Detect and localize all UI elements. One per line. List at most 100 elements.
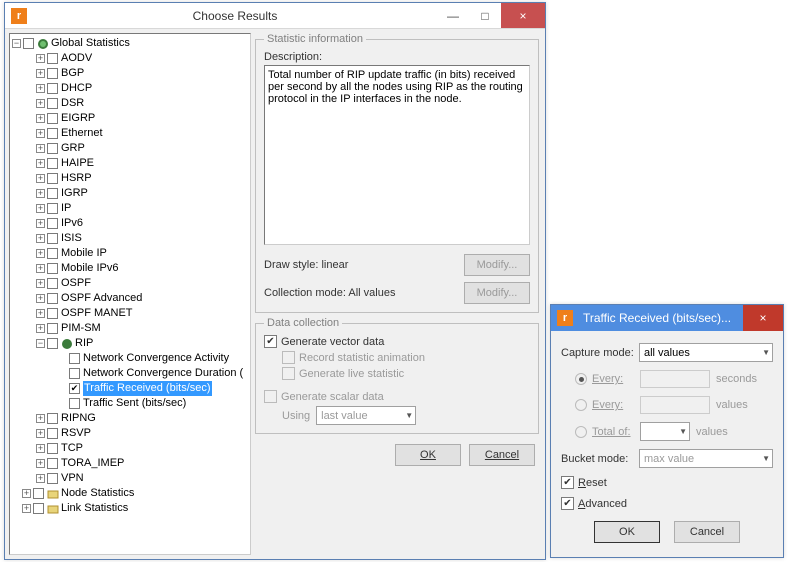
modify-draw-style-button[interactable]: Modify... — [464, 254, 530, 276]
tree-item[interactable]: +RIPNG — [36, 411, 250, 426]
reset-checkbox[interactable]: ✔ — [561, 476, 574, 489]
tree-item[interactable]: +DHCP — [36, 81, 250, 96]
expand-icon[interactable]: + — [36, 294, 45, 303]
checkbox[interactable] — [47, 248, 58, 259]
expand-icon[interactable]: + — [22, 504, 31, 513]
tree-item[interactable]: +IGRP — [36, 186, 250, 201]
tree-item[interactable]: +Mobile IP — [36, 246, 250, 261]
expand-icon[interactable]: + — [36, 54, 45, 63]
close-button[interactable]: × — [743, 305, 783, 331]
checkbox[interactable] — [47, 338, 58, 349]
expand-icon[interactable]: + — [36, 324, 45, 333]
ok-button[interactable]: OK — [395, 444, 461, 466]
tree-item[interactable]: +AODV — [36, 51, 250, 66]
tree-item[interactable]: +IPv6 — [36, 216, 250, 231]
tree-item[interactable]: Network Convergence Activity — [58, 351, 250, 366]
description-text[interactable] — [264, 65, 530, 245]
cancel-button[interactable]: Cancel — [674, 521, 740, 543]
checkbox[interactable] — [47, 323, 58, 334]
checkbox[interactable] — [47, 98, 58, 109]
tree-item[interactable]: +TORA_IMEP — [36, 456, 250, 471]
expand-icon[interactable]: + — [36, 99, 45, 108]
expand-icon[interactable]: + — [36, 444, 45, 453]
tree-item[interactable]: +OSPF — [36, 276, 250, 291]
close-button[interactable]: × — [501, 3, 545, 28]
expand-icon[interactable]: + — [36, 69, 45, 78]
ok-button[interactable]: OK — [594, 521, 660, 543]
tree-item[interactable]: +DSR — [36, 96, 250, 111]
checkbox[interactable] — [47, 473, 58, 484]
modify-collection-mode-button[interactable]: Modify... — [464, 282, 530, 304]
cancel-button[interactable]: Cancel — [469, 444, 535, 466]
titlebar[interactable]: r Choose Results — □ × — [5, 3, 545, 29]
expand-icon[interactable]: + — [36, 219, 45, 228]
checkbox[interactable] — [47, 278, 58, 289]
collapse-icon[interactable]: − — [12, 39, 21, 48]
tree-item[interactable]: +PIM-SM — [36, 321, 250, 336]
checkbox[interactable] — [47, 203, 58, 214]
tree-item[interactable]: +OSPF Advanced — [36, 291, 250, 306]
tree-item[interactable]: Network Convergence Duration ( — [58, 366, 250, 381]
advanced-checkbox[interactable]: ✔ — [561, 497, 574, 510]
minimize-button[interactable]: — — [437, 3, 469, 28]
checkbox[interactable] — [47, 188, 58, 199]
expand-icon[interactable]: + — [36, 264, 45, 273]
tree-item[interactable]: +TCP — [36, 441, 250, 456]
checkbox[interactable] — [47, 68, 58, 79]
checkbox[interactable] — [47, 128, 58, 139]
checkbox[interactable] — [47, 143, 58, 154]
tree-item[interactable]: Traffic Sent (bits/sec) — [58, 396, 250, 411]
tree-item[interactable]: +IP — [36, 201, 250, 216]
results-tree[interactable]: − Global Statistics +AODV+BGP+DHCP+DSR+E… — [9, 33, 251, 555]
checkbox[interactable] — [69, 353, 80, 364]
checkbox[interactable] — [47, 293, 58, 304]
checkbox[interactable] — [47, 233, 58, 244]
expand-icon[interactable]: + — [36, 459, 45, 468]
checkbox[interactable] — [47, 83, 58, 94]
expand-icon[interactable]: + — [36, 249, 45, 258]
collapse-icon[interactable]: − — [36, 339, 45, 348]
tree-item[interactable]: +Node Statistics — [22, 486, 250, 501]
expand-icon[interactable]: + — [36, 234, 45, 243]
tree-item[interactable]: +Link Statistics — [22, 501, 250, 516]
tree-item[interactable]: +Ethernet — [36, 126, 250, 141]
expand-icon[interactable]: + — [36, 144, 45, 153]
checkbox[interactable]: ✔ — [69, 383, 80, 394]
checkbox[interactable] — [47, 218, 58, 229]
checkbox[interactable] — [47, 173, 58, 184]
expand-icon[interactable]: + — [22, 489, 31, 498]
checkbox[interactable] — [23, 38, 34, 49]
checkbox[interactable] — [47, 263, 58, 274]
maximize-button[interactable]: □ — [469, 3, 501, 28]
tree-item[interactable]: +OSPF MANET — [36, 306, 250, 321]
expand-icon[interactable]: + — [36, 114, 45, 123]
capture-mode-select[interactable]: all values ▼ — [639, 343, 773, 362]
generate-vector-checkbox[interactable]: ✔ — [264, 335, 277, 348]
expand-icon[interactable]: + — [36, 159, 45, 168]
tree-item[interactable]: +VPN — [36, 471, 250, 486]
checkbox[interactable] — [33, 488, 44, 499]
tree-item[interactable]: +HAIPE — [36, 156, 250, 171]
tree-item[interactable]: +RSVP — [36, 426, 250, 441]
expand-icon[interactable]: + — [36, 474, 45, 483]
checkbox[interactable] — [47, 53, 58, 64]
checkbox[interactable] — [33, 503, 44, 514]
tree-item[interactable]: +GRP — [36, 141, 250, 156]
checkbox[interactable] — [47, 443, 58, 454]
expand-icon[interactable]: + — [36, 84, 45, 93]
tree-item[interactable]: +HSRP — [36, 171, 250, 186]
expand-icon[interactable]: + — [36, 309, 45, 318]
checkbox[interactable] — [69, 398, 80, 409]
tree-item[interactable]: ✔Traffic Received (bits/sec) — [58, 381, 250, 396]
tree-item[interactable]: +Mobile IPv6 — [36, 261, 250, 276]
checkbox[interactable] — [47, 413, 58, 424]
tree-item[interactable]: +BGP — [36, 66, 250, 81]
checkbox[interactable] — [47, 308, 58, 319]
tree-item[interactable]: +ISIS — [36, 231, 250, 246]
expand-icon[interactable]: + — [36, 129, 45, 138]
expand-icon[interactable]: + — [36, 189, 45, 198]
expand-icon[interactable]: + — [36, 429, 45, 438]
checkbox[interactable] — [47, 458, 58, 469]
checkbox[interactable] — [47, 158, 58, 169]
checkbox[interactable] — [69, 368, 80, 379]
